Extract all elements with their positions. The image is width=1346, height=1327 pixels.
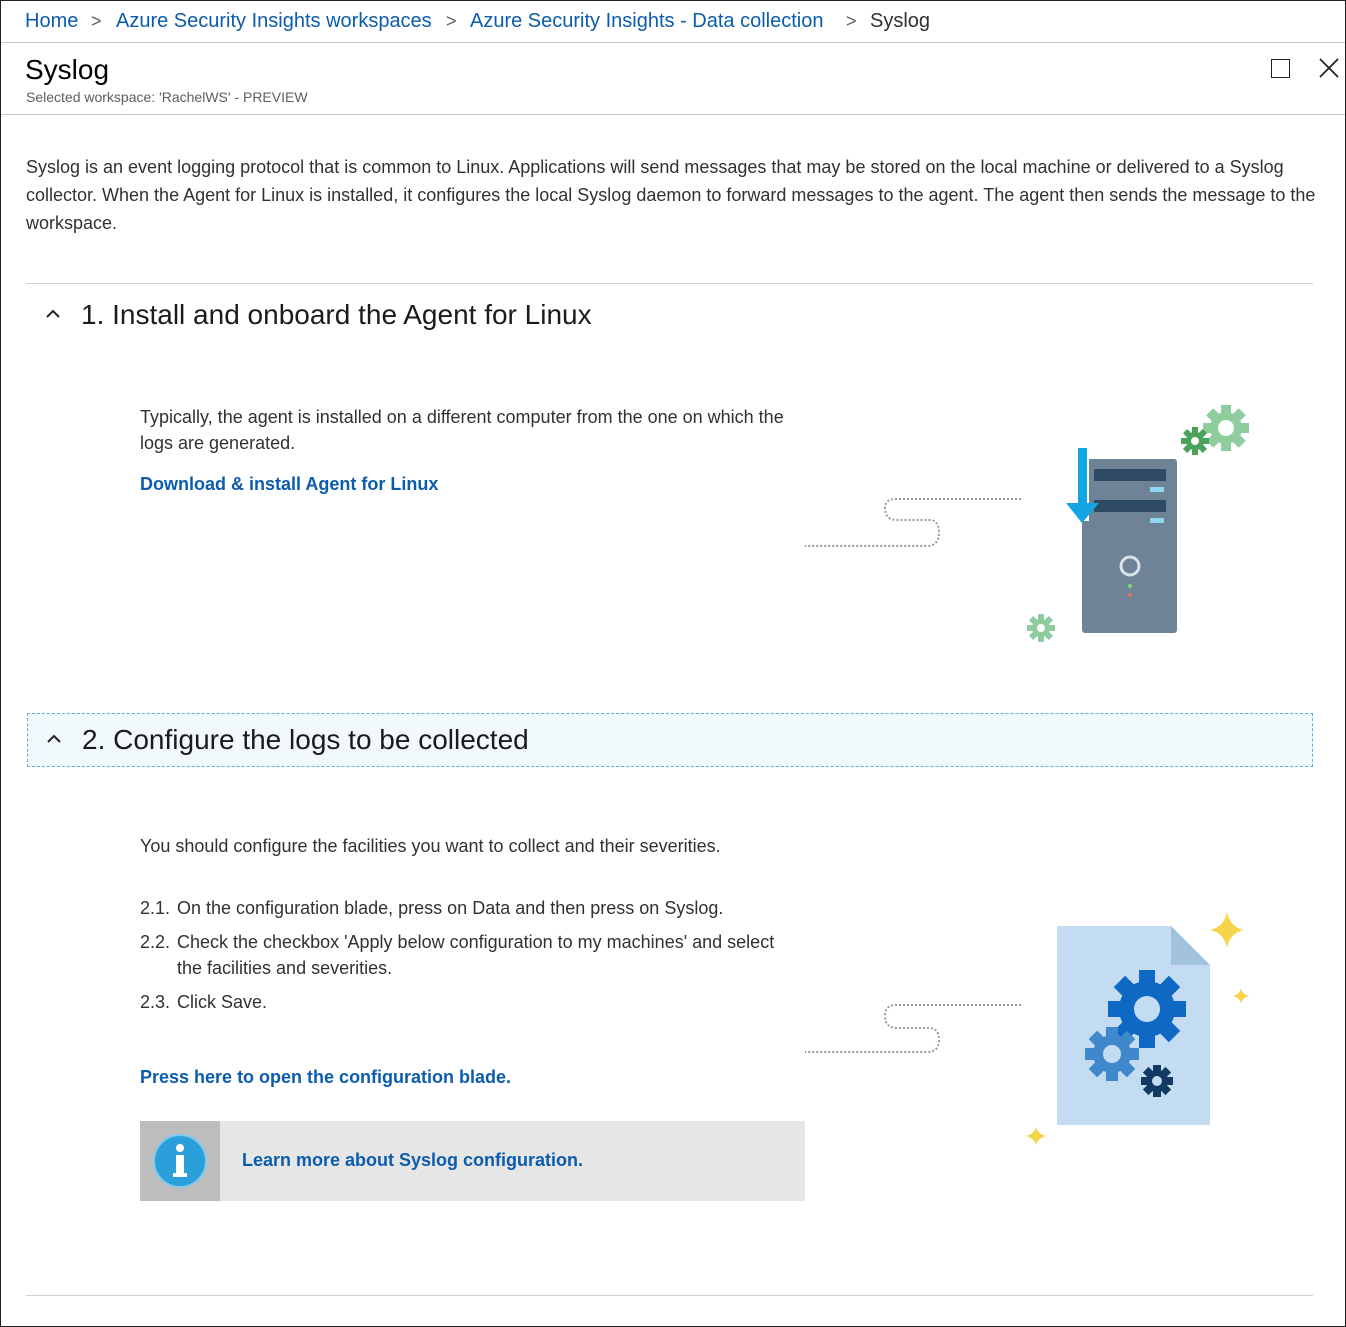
section-configure-logs-header[interactable]: 2. Configure the logs to be collected xyxy=(27,713,1313,767)
divider xyxy=(26,283,1313,284)
open-configuration-blade-link[interactable]: Press here to open the configuration bla… xyxy=(140,1067,511,1088)
config-document-illustration xyxy=(805,912,1249,1145)
breadcrumb-current: Syslog xyxy=(870,10,931,32)
step-number: 2.3. xyxy=(140,992,171,1012)
intro-description: Syslog is an event logging protocol that… xyxy=(26,157,1316,233)
learn-more-syslog-link[interactable]: Learn more about Syslog configuration. xyxy=(242,1150,583,1171)
breadcrumb-separator: > xyxy=(846,11,857,31)
breadcrumb-home[interactable]: Home xyxy=(25,9,78,33)
list-item: 2.1. On the configuration blade, press o… xyxy=(140,895,780,921)
syslog-blade-window: Home > Azure Security Insights workspace… xyxy=(0,0,1346,1327)
install-agent-description: Typically, the agent is installed on a d… xyxy=(140,407,784,453)
maximize-icon xyxy=(1271,59,1290,78)
download-agent-link[interactable]: Download & install Agent for Linux xyxy=(140,474,438,495)
breadcrumb-separator: > xyxy=(446,11,457,31)
info-icon-container xyxy=(140,1121,220,1201)
section-configure-logs-title: 2. Configure the logs to be collected xyxy=(82,724,529,755)
step-number: 2.1. xyxy=(140,898,171,918)
page-title: Syslog xyxy=(25,54,110,85)
configure-logs-description: You should configure the facilities you … xyxy=(140,836,721,856)
list-item: 2.3. Click Save. xyxy=(140,989,780,1015)
step-text: On the configuration blade, press on Dat… xyxy=(177,898,724,918)
close-icon xyxy=(1319,58,1339,78)
blade-header: Syslog Selected workspace: 'RachelWS' - … xyxy=(1,43,1345,115)
close-button[interactable] xyxy=(1316,55,1342,81)
breadcrumb: Home > Azure Security Insights workspace… xyxy=(1,1,1345,43)
chevron-up-icon xyxy=(47,734,61,743)
breadcrumb-separator: > xyxy=(91,11,102,31)
step-text: Click Save. xyxy=(177,992,268,1012)
list-item: 2.2. Check the checkbox 'Apply below con… xyxy=(140,929,780,981)
breadcrumb-workspaces[interactable]: Azure Security Insights workspaces xyxy=(116,9,432,33)
chevron-up-icon xyxy=(46,309,60,318)
info-icon xyxy=(153,1134,207,1188)
section-install-agent-title: 1. Install and onboard the Agent for Lin… xyxy=(81,299,592,330)
step-number: 2.2. xyxy=(140,932,171,952)
step-text: Check the checkbox 'Apply below configur… xyxy=(177,932,775,978)
info-banner: Learn more about Syslog configuration. xyxy=(140,1121,805,1201)
divider xyxy=(26,1295,1313,1296)
configuration-steps-list: 2.1. On the configuration blade, press o… xyxy=(140,895,780,1023)
page-subtitle: Selected workspace: 'RachelWS' - PREVIEW xyxy=(26,89,308,105)
section-install-agent-header[interactable]: 1. Install and onboard the Agent for Lin… xyxy=(27,289,1311,341)
maximize-button[interactable] xyxy=(1268,55,1294,81)
breadcrumb-data-collection[interactable]: Azure Security Insights - Data collectio… xyxy=(470,9,824,33)
server-illustration xyxy=(805,405,1249,642)
